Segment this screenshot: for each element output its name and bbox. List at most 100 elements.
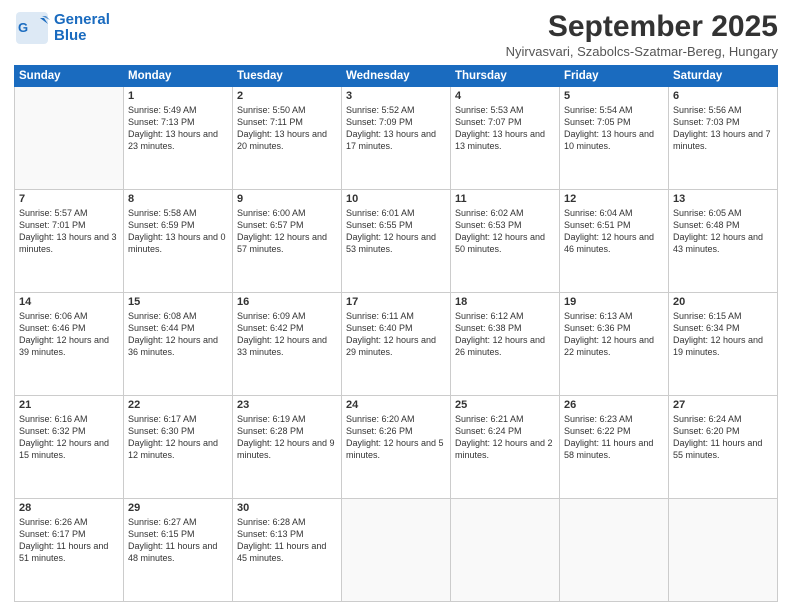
th-sunday: Sunday (15, 66, 124, 87)
day-info: Sunrise: 6:11 AMSunset: 6:40 PMDaylight:… (346, 310, 446, 359)
calendar-week-row: 7Sunrise: 5:57 AMSunset: 7:01 PMDaylight… (15, 190, 778, 293)
day-info: Sunrise: 6:08 AMSunset: 6:44 PMDaylight:… (128, 310, 228, 359)
day-info: Sunrise: 6:02 AMSunset: 6:53 PMDaylight:… (455, 207, 555, 256)
day-number: 30 (237, 502, 337, 514)
day-info: Sunrise: 6:15 AMSunset: 6:34 PMDaylight:… (673, 310, 773, 359)
location: Nyirvasvari, Szabolcs-Szatmar-Bereg, Hun… (506, 44, 778, 59)
calendar-week-row: 21 Sunrise: 6:16 AMSunset: 6:32 PMDayligh… (15, 396, 778, 499)
day-number: 11 (455, 193, 555, 205)
day-number: 1 (128, 90, 228, 102)
table-row: 10Sunrise: 6:01 AMSunset: 6:55 PMDayligh… (342, 190, 451, 293)
calendar-table: Sunday Monday Tuesday Wednesday Thursday… (14, 65, 778, 602)
day-info: Sunrise: 6:27 AMSunset: 6:15 PMDaylight:… (128, 516, 228, 565)
day-number: 17 (346, 296, 446, 308)
day-info: Sunrise: 6:23 AMSunset: 6:22 PMDaylight:… (564, 413, 664, 462)
th-monday: Monday (124, 66, 233, 87)
day-number: 22 (128, 399, 228, 411)
day-info: Sunrise: 5:58 AMSunset: 6:59 PMDaylight:… (128, 207, 228, 256)
th-thursday: Thursday (451, 66, 560, 87)
day-number: 24 (346, 399, 446, 411)
table-row: 28 Sunrise: 6:26 AMSunset: 6:17 PMDayligh… (15, 499, 124, 602)
table-row: 2 Sunrise: 5:50 AMSunset: 7:11 PMDaylight… (233, 87, 342, 190)
table-row: 22 Sunrise: 6:17 AMSunset: 6:30 PMDayligh… (124, 396, 233, 499)
th-wednesday: Wednesday (342, 66, 451, 87)
table-row (451, 499, 560, 602)
table-row (15, 87, 124, 190)
logo-icon: G (14, 10, 50, 46)
day-number: 28 (19, 502, 119, 514)
day-info: Sunrise: 6:26 AMSunset: 6:17 PMDaylight:… (19, 516, 119, 565)
table-row: 16Sunrise: 6:09 AMSunset: 6:42 PMDayligh… (233, 293, 342, 396)
day-info: Sunrise: 5:56 AMSunset: 7:03 PMDaylight:… (673, 104, 773, 153)
day-number: 5 (564, 90, 664, 102)
day-number: 21 (19, 399, 119, 411)
table-row: 5 Sunrise: 5:54 AMSunset: 7:05 PMDaylight… (560, 87, 669, 190)
weekday-header-row: Sunday Monday Tuesday Wednesday Thursday… (15, 66, 778, 87)
th-saturday: Saturday (669, 66, 778, 87)
day-info: Sunrise: 6:28 AMSunset: 6:13 PMDaylight:… (237, 516, 337, 565)
calendar-week-row: 14Sunrise: 6:06 AMSunset: 6:46 PMDayligh… (15, 293, 778, 396)
day-number: 26 (564, 399, 664, 411)
month-title: September 2025 (506, 10, 778, 44)
day-info: Sunrise: 6:00 AMSunset: 6:57 PMDaylight:… (237, 207, 337, 256)
table-row: 19 Sunrise: 6:13 AMSunset: 6:36 PMDayligh… (560, 293, 669, 396)
table-row: 24 Sunrise: 6:20 AMSunset: 6:26 PMDayligh… (342, 396, 451, 499)
day-number: 15 (128, 296, 228, 308)
table-row: 4 Sunrise: 5:53 AMSunset: 7:07 PMDaylight… (451, 87, 560, 190)
day-number: 3 (346, 90, 446, 102)
day-number: 19 (564, 296, 664, 308)
day-info: Sunrise: 5:57 AMSunset: 7:01 PMDaylight:… (19, 207, 119, 256)
day-info: Sunrise: 5:54 AMSunset: 7:05 PMDaylight:… (564, 104, 664, 153)
day-number: 29 (128, 502, 228, 514)
table-row: 17 Sunrise: 6:11 AMSunset: 6:40 PMDayligh… (342, 293, 451, 396)
table-row: 11 Sunrise: 6:02 AMSunset: 6:53 PMDayligh… (451, 190, 560, 293)
logo: G General Blue (14, 10, 110, 46)
day-info: Sunrise: 6:13 AMSunset: 6:36 PMDaylight:… (564, 310, 664, 359)
table-row: 30 Sunrise: 6:28 AMSunset: 6:13 PMDayligh… (233, 499, 342, 602)
table-row: 29 Sunrise: 6:27 AMSunset: 6:15 PMDayligh… (124, 499, 233, 602)
day-info: Sunrise: 6:12 AMSunset: 6:38 PMDaylight:… (455, 310, 555, 359)
table-row: 9 Sunrise: 6:00 AMSunset: 6:57 PMDaylight… (233, 190, 342, 293)
table-row: 6 Sunrise: 5:56 AMSunset: 7:03 PMDaylight… (669, 87, 778, 190)
day-number: 10 (346, 193, 446, 205)
table-row: 1 Sunrise: 5:49 AMSunset: 7:13 PMDaylight… (124, 87, 233, 190)
day-info: Sunrise: 6:16 AMSunset: 6:32 PMDaylight:… (19, 413, 119, 462)
table-row (342, 499, 451, 602)
table-row (560, 499, 669, 602)
day-info: Sunrise: 6:17 AMSunset: 6:30 PMDaylight:… (128, 413, 228, 462)
day-info: Sunrise: 5:50 AMSunset: 7:11 PMDaylight:… (237, 104, 337, 153)
day-number: 12 (564, 193, 664, 205)
day-info: Sunrise: 6:05 AMSunset: 6:48 PMDaylight:… (673, 207, 773, 256)
calendar-week-row: 1 Sunrise: 5:49 AMSunset: 7:13 PMDaylight… (15, 87, 778, 190)
table-row: 14Sunrise: 6:06 AMSunset: 6:46 PMDayligh… (15, 293, 124, 396)
table-row: 3 Sunrise: 5:52 AMSunset: 7:09 PMDaylight… (342, 87, 451, 190)
table-row: 13 Sunrise: 6:05 AMSunset: 6:48 PMDayligh… (669, 190, 778, 293)
table-row: 8Sunrise: 5:58 AMSunset: 6:59 PMDaylight… (124, 190, 233, 293)
day-number: 2 (237, 90, 337, 102)
day-number: 23 (237, 399, 337, 411)
day-info: Sunrise: 5:52 AMSunset: 7:09 PMDaylight:… (346, 104, 446, 153)
table-row (669, 499, 778, 602)
day-info: Sunrise: 5:53 AMSunset: 7:07 PMDaylight:… (455, 104, 555, 153)
page: G General Blue September 2025 Nyirvasvar… (0, 0, 792, 612)
table-row: 23Sunrise: 6:19 AMSunset: 6:28 PMDayligh… (233, 396, 342, 499)
day-info: Sunrise: 5:49 AMSunset: 7:13 PMDaylight:… (128, 104, 228, 153)
day-info: Sunrise: 6:21 AMSunset: 6:24 PMDaylight:… (455, 413, 555, 462)
table-row: 26 Sunrise: 6:23 AMSunset: 6:22 PMDayligh… (560, 396, 669, 499)
day-number: 6 (673, 90, 773, 102)
day-info: Sunrise: 6:20 AMSunset: 6:26 PMDaylight:… (346, 413, 446, 462)
logo-line2: Blue (54, 28, 87, 45)
table-row: 20Sunrise: 6:15 AMSunset: 6:34 PMDayligh… (669, 293, 778, 396)
day-number: 4 (455, 90, 555, 102)
day-number: 13 (673, 193, 773, 205)
header: G General Blue September 2025 Nyirvasvar… (14, 10, 778, 59)
day-info: Sunrise: 6:09 AMSunset: 6:42 PMDaylight:… (237, 310, 337, 359)
svg-text:G: G (18, 20, 28, 35)
table-row: 25Sunrise: 6:21 AMSunset: 6:24 PMDayligh… (451, 396, 560, 499)
logo-line1: General (54, 12, 110, 29)
table-row: 15 Sunrise: 6:08 AMSunset: 6:44 PMDayligh… (124, 293, 233, 396)
logo-text-area: General Blue (54, 12, 110, 45)
table-row: 7Sunrise: 5:57 AMSunset: 7:01 PMDaylight… (15, 190, 124, 293)
day-number: 9 (237, 193, 337, 205)
table-row: 18Sunrise: 6:12 AMSunset: 6:38 PMDayligh… (451, 293, 560, 396)
